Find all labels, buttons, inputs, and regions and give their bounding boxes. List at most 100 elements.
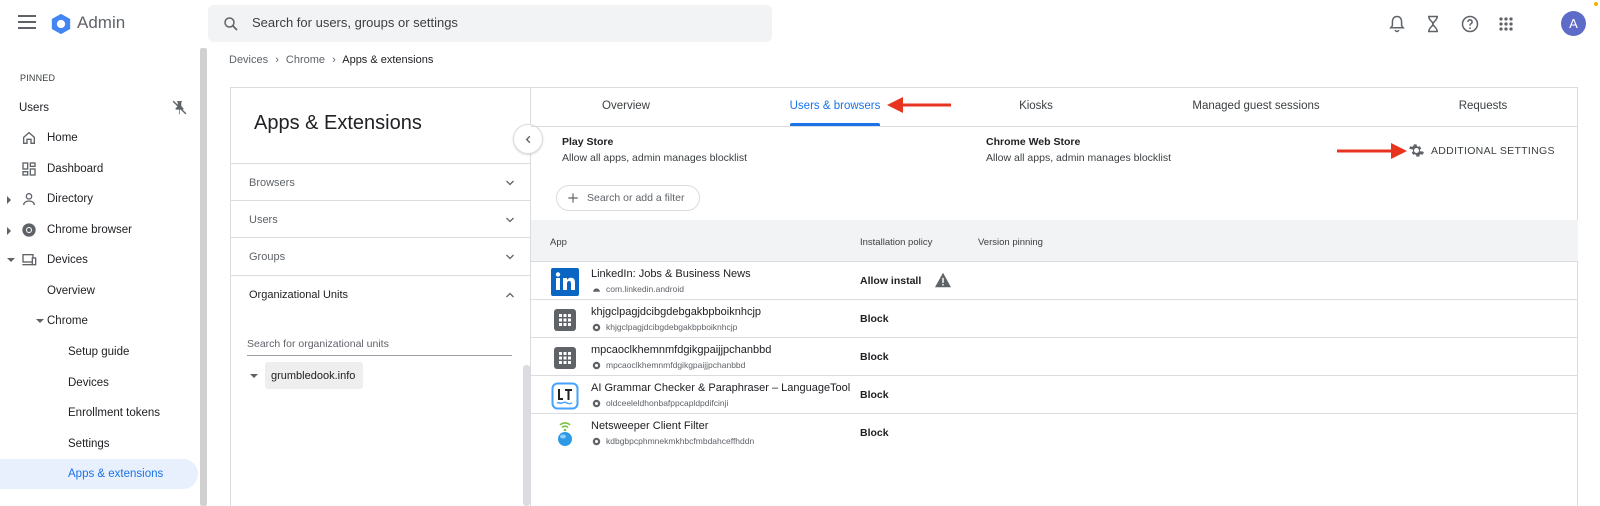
devices-icon bbox=[22, 253, 37, 266]
gear-icon bbox=[1409, 144, 1424, 157]
collapse-pane-button[interactable] bbox=[513, 124, 543, 154]
expand-caret-icon[interactable] bbox=[7, 227, 11, 235]
sidebar-item-directory[interactable]: Directory bbox=[0, 184, 198, 214]
collapse-caret-icon[interactable] bbox=[36, 319, 44, 323]
chrome-web-store-title[interactable]: Chrome Web Store bbox=[986, 136, 1080, 148]
tab-managed-guest-sessions[interactable]: Managed guest sessions bbox=[1192, 100, 1319, 112]
admin-logo-icon[interactable] bbox=[50, 13, 72, 35]
column-header-app[interactable]: App bbox=[550, 237, 567, 248]
sidebar-item-dashboard[interactable]: Dashboard bbox=[0, 154, 198, 184]
section-browsers[interactable]: Browsers bbox=[230, 163, 530, 201]
pinned-users-item[interactable]: Users bbox=[0, 93, 198, 123]
column-header-version-pinning[interactable]: Version pinning bbox=[978, 237, 1043, 248]
sidebar-item-setup-guide[interactable]: Setup guide bbox=[0, 337, 198, 367]
hamburger-menu-icon[interactable] bbox=[18, 15, 36, 29]
installation-policy[interactable]: Block bbox=[860, 313, 889, 325]
ou-root-label: grumbledook.info bbox=[271, 370, 356, 382]
sidebar-item-label: Chrome bbox=[47, 315, 88, 327]
expand-caret-icon[interactable] bbox=[7, 196, 11, 204]
chevron-left-icon bbox=[525, 135, 531, 144]
dashboard-icon bbox=[22, 162, 36, 176]
tab-requests[interactable]: Requests bbox=[1459, 100, 1508, 112]
play-store-title[interactable]: Play Store bbox=[562, 136, 613, 148]
installation-policy[interactable]: Block bbox=[860, 427, 889, 439]
ou-search-underline bbox=[247, 355, 512, 356]
breadcrumb-devices[interactable]: Devices bbox=[229, 54, 268, 66]
installation-policy[interactable]: Block bbox=[860, 389, 889, 401]
table-row[interactable]: Netsweeper Client Filter kdbgbpcphmnekmk… bbox=[531, 414, 1578, 452]
help-icon[interactable] bbox=[1460, 14, 1480, 34]
notification-dot bbox=[1594, 2, 1598, 6]
filter-input[interactable]: Search or add a filter bbox=[587, 192, 684, 204]
unpin-icon[interactable] bbox=[171, 99, 188, 116]
annotation-arrow-right-icon bbox=[1337, 143, 1407, 159]
tab-kiosks[interactable]: Kiosks bbox=[1019, 100, 1053, 112]
app-id: mpcaoclkhemnmfdgikgpaijjpchanbbd bbox=[606, 360, 746, 370]
top-bar: Admin Search for users, groups or settin… bbox=[0, 0, 1600, 48]
netsweeper-icon bbox=[558, 422, 572, 446]
sidebar-item-enrollment-tokens[interactable]: Enrollment tokens bbox=[0, 398, 198, 428]
installation-policy[interactable]: Allow install bbox=[860, 275, 921, 287]
section-label: Organizational Units bbox=[249, 289, 349, 301]
notifications-bell-icon[interactable] bbox=[1387, 14, 1407, 34]
android-icon bbox=[593, 288, 600, 292]
additional-settings-button[interactable]: ADDITIONAL SETTINGS bbox=[1408, 142, 1558, 160]
sidebar-item-label: Dashboard bbox=[47, 163, 104, 175]
collapse-caret-icon[interactable] bbox=[7, 258, 15, 262]
table-row[interactable]: mpcaoclkhemnmfdgikgpaijjpchanbbd mpcaocl… bbox=[531, 338, 1578, 376]
table-row[interactable]: AI Grammar Checker & Paraphraser – Langu… bbox=[531, 376, 1578, 414]
page-title: Apps & Extensions bbox=[254, 112, 422, 134]
chevron-up-icon[interactable] bbox=[504, 289, 516, 301]
pinned-users-label: Users bbox=[19, 102, 50, 114]
breadcrumb-separator-icon: › bbox=[332, 54, 336, 66]
ou-collapse-caret-icon[interactable] bbox=[250, 374, 258, 378]
app-name[interactable]: mpcaoclkhemnmfdgikgpaijjpchanbbd bbox=[591, 344, 771, 356]
sidebar-item-chrome-browser[interactable]: Chrome browser bbox=[0, 215, 198, 245]
installation-policy[interactable]: Block bbox=[860, 351, 889, 363]
search-input[interactable]: Search for users, groups or settings bbox=[252, 15, 458, 30]
nav-scrollbar-thumb[interactable] bbox=[200, 48, 207, 506]
tab-overview[interactable]: Overview bbox=[602, 100, 650, 112]
app-name[interactable]: khjgclpagjdcibgdebgakbpboiknhcjp bbox=[591, 306, 761, 318]
tab-users-browsers[interactable]: Users & browsers bbox=[790, 100, 881, 112]
column-header-installation-policy[interactable]: Installation policy bbox=[860, 237, 932, 248]
chrome-extension-icon bbox=[592, 361, 601, 370]
app-title[interactable]: Admin bbox=[77, 13, 125, 33]
section-organizational-units[interactable]: Organizational Units bbox=[230, 275, 530, 313]
section-groups[interactable]: Groups bbox=[230, 237, 530, 275]
chevron-down-icon[interactable] bbox=[504, 251, 516, 263]
table-row[interactable]: LinkedIn: Jobs & Business News com.linke… bbox=[531, 262, 1578, 300]
sidebar-item-chrome-devices[interactable]: Devices bbox=[0, 368, 198, 398]
sidebar-item-label: Overview bbox=[47, 285, 95, 297]
breadcrumb-separator-icon: › bbox=[275, 54, 279, 66]
search-icon bbox=[224, 17, 238, 31]
app-name[interactable]: Netsweeper Client Filter bbox=[591, 420, 708, 432]
sidebar-item-home[interactable]: Home bbox=[0, 123, 198, 153]
hourglass-tasks-icon[interactable] bbox=[1423, 14, 1443, 34]
sidebar-item-apps-extensions[interactable]: Apps & extensions bbox=[0, 459, 198, 489]
chrome-extension-icon bbox=[592, 437, 601, 446]
apps-grid-icon[interactable] bbox=[1496, 14, 1516, 34]
sidebar-item-devices[interactable]: Devices bbox=[0, 245, 198, 275]
table-row[interactable]: khjgclpagjdcibgdebgakbpboiknhcjp khjgclp… bbox=[531, 300, 1578, 338]
filter-chip[interactable]: Search or add a filter bbox=[556, 185, 700, 211]
sidebar-item-chrome[interactable]: Chrome bbox=[0, 306, 198, 336]
app-name[interactable]: LinkedIn: Jobs & Business News bbox=[591, 268, 751, 280]
sidebar-item-settings[interactable]: Settings bbox=[0, 429, 198, 459]
user-avatar[interactable]: A bbox=[1561, 11, 1586, 36]
section-users[interactable]: Users bbox=[230, 200, 530, 238]
search-bar[interactable]: Search for users, groups or settings bbox=[208, 5, 772, 42]
app-name[interactable]: AI Grammar Checker & Paraphraser – Langu… bbox=[591, 382, 850, 394]
app-id: com.linkedin.android bbox=[606, 284, 684, 294]
app-id: khjgclpagjdcibgdebgakbpboiknhcjp bbox=[606, 322, 738, 332]
sidebar-item-label: Chrome browser bbox=[47, 224, 132, 236]
breadcrumb-chrome[interactable]: Chrome bbox=[286, 54, 325, 66]
ou-search-input[interactable]: Search for organizational units bbox=[247, 338, 389, 350]
chevron-down-icon[interactable] bbox=[504, 214, 516, 226]
warning-icon[interactable] bbox=[934, 272, 952, 288]
sidebar-item-devices-overview[interactable]: Overview bbox=[0, 276, 198, 306]
breadcrumb-current: Apps & extensions bbox=[342, 54, 434, 66]
pane-scrollbar[interactable] bbox=[523, 365, 530, 506]
chevron-down-icon[interactable] bbox=[504, 177, 516, 189]
app-id: kdbgbpcphmnekmkhbcfmbdahceffhddn bbox=[606, 436, 755, 446]
